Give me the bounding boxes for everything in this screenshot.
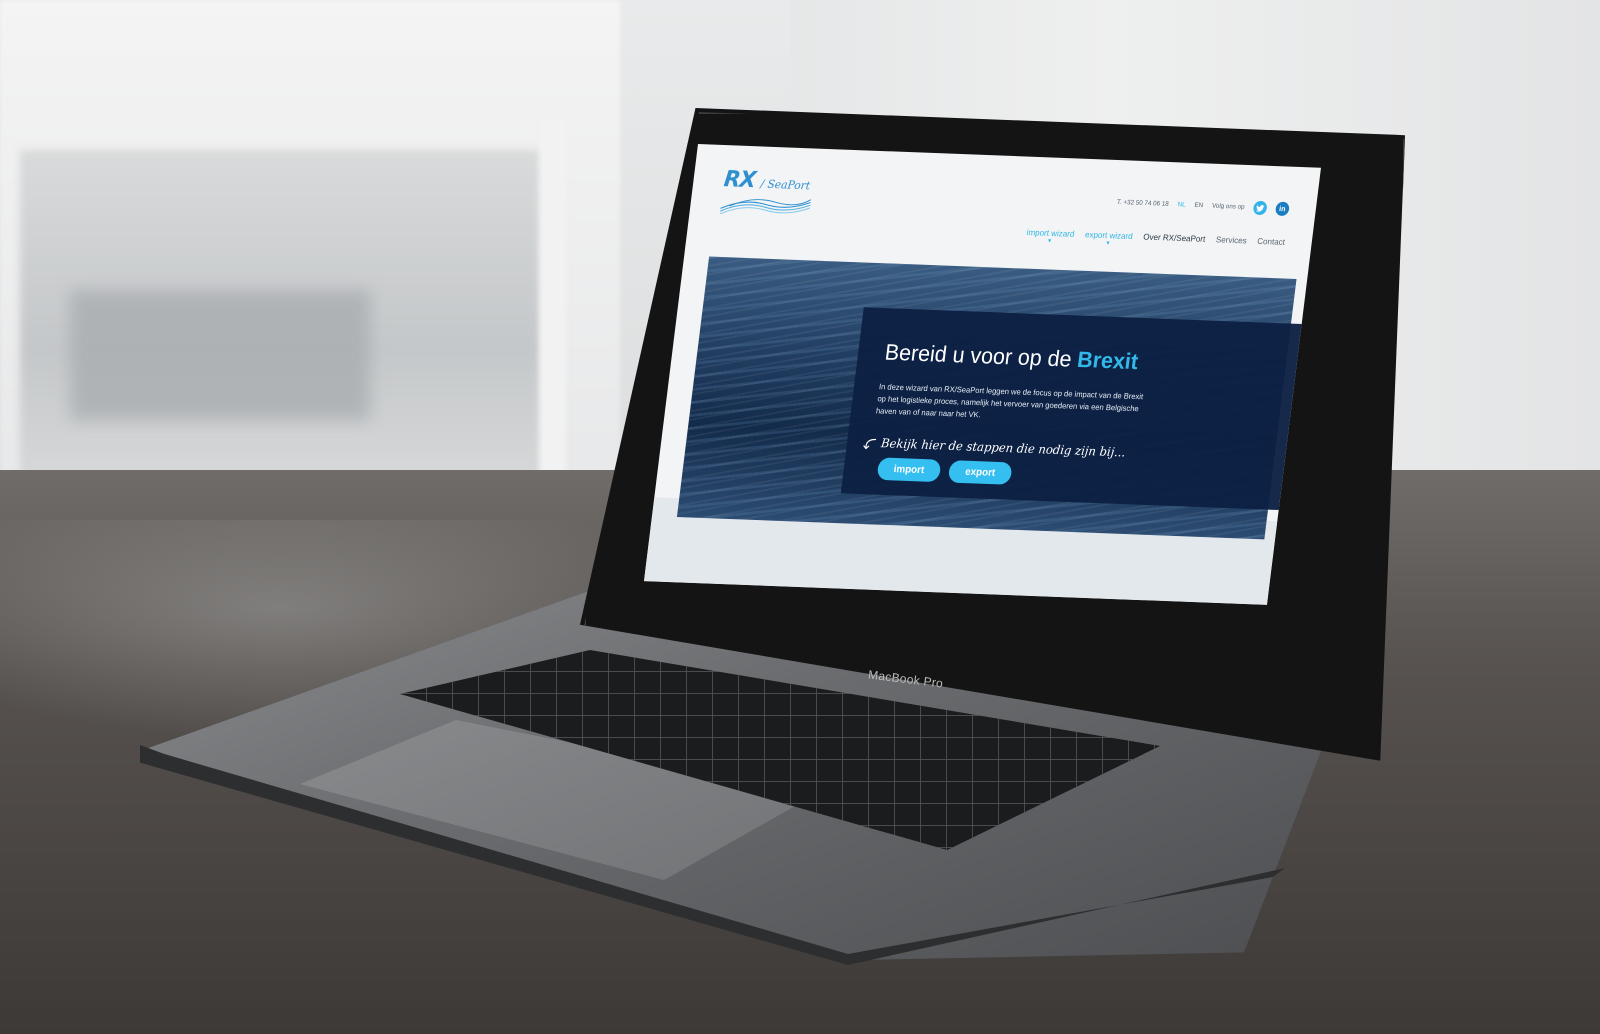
nav-services[interactable]: Services <box>1214 235 1247 253</box>
nav-contact[interactable]: Contact <box>1256 236 1286 254</box>
language-en[interactable]: EN <box>1194 202 1203 209</box>
hero-script-label: Bekijk hier de stappen die nodig zijn bi… <box>880 436 1127 461</box>
hero-title-highlight: Brexit <box>1075 347 1140 375</box>
laptop: MacBook Pro RX / SeaPort T. +32 50 74 06… <box>0 0 1600 1034</box>
hero-script-text: Bekijk hier de stappen die nodig zijn bi… <box>862 436 1126 460</box>
site-logo[interactable]: RX / SeaPort <box>719 165 813 215</box>
logo-seaport-text: / SeaPort <box>759 177 811 193</box>
nav-export-wizard[interactable]: export wizard ▼ <box>1084 230 1134 249</box>
hero-banner: Bereid u voor op de Brexit In deze wizar… <box>676 256 1309 540</box>
logo-waves-icon <box>719 199 812 215</box>
phone-number[interactable]: T. +32 50 74 06 18 <box>1116 199 1169 207</box>
hero-panel: Bereid u voor op de Brexit In deze wizar… <box>840 307 1309 511</box>
language-nl[interactable]: NL <box>1177 202 1186 209</box>
follow-label: Volg ons op <box>1211 202 1245 211</box>
nav-import-wizard[interactable]: import wizard ▼ <box>1025 228 1075 247</box>
main-nav: import wizard ▼ export wizard ▼ Over RX/… <box>1025 228 1285 255</box>
curved-arrow-icon <box>863 438 877 449</box>
laptop-screen: RX / SeaPort T. +32 50 74 06 18 NL EN Vo… <box>643 144 1321 605</box>
nav-over-rx-seaport[interactable]: Over RX/SeaPort <box>1142 232 1206 251</box>
hero-description: In deze wizard van RX/SeaPort leggen we … <box>875 381 1144 420</box>
export-button[interactable]: export <box>947 460 1013 485</box>
hero-title-prefix: Bereid u voor op de <box>883 339 1074 373</box>
import-button[interactable]: import <box>876 457 942 483</box>
twitter-icon[interactable] <box>1252 200 1268 216</box>
topbar: T. +32 50 74 06 18 NL EN Volg ons op in <box>1116 196 1290 217</box>
linkedin-icon[interactable]: in <box>1274 201 1290 217</box>
hero-title: Bereid u voor op de Brexit <box>883 340 1139 376</box>
logo-rx-text: RX <box>722 165 757 193</box>
